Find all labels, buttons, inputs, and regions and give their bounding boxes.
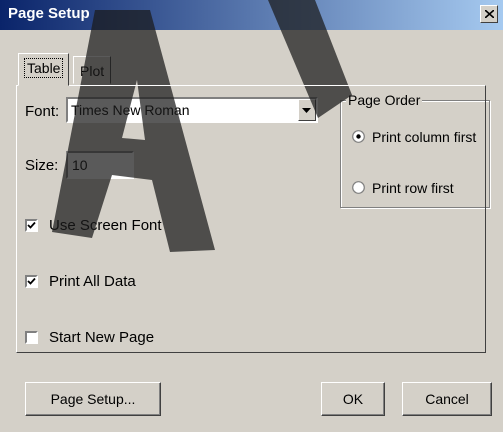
cancel-button[interactable]: Cancel: [402, 382, 492, 416]
title-bar[interactable]: Page Setup: [0, 0, 503, 30]
page-setup-dialog: Page Setup Table Plot Font: Times New Ro…: [0, 0, 503, 432]
close-button[interactable]: [480, 5, 498, 23]
tab-table[interactable]: Table: [18, 53, 70, 86]
ok-button[interactable]: OK: [321, 382, 385, 416]
tab-plot-label: Plot: [80, 63, 105, 79]
tab-table-label: Table: [23, 58, 64, 78]
tab-panel-table: [16, 85, 486, 353]
tab-plot[interactable]: Plot: [73, 56, 112, 84]
window-title: Page Setup: [8, 5, 90, 22]
close-icon: [485, 10, 494, 18]
page-setup-button[interactable]: Page Setup...: [25, 382, 161, 416]
